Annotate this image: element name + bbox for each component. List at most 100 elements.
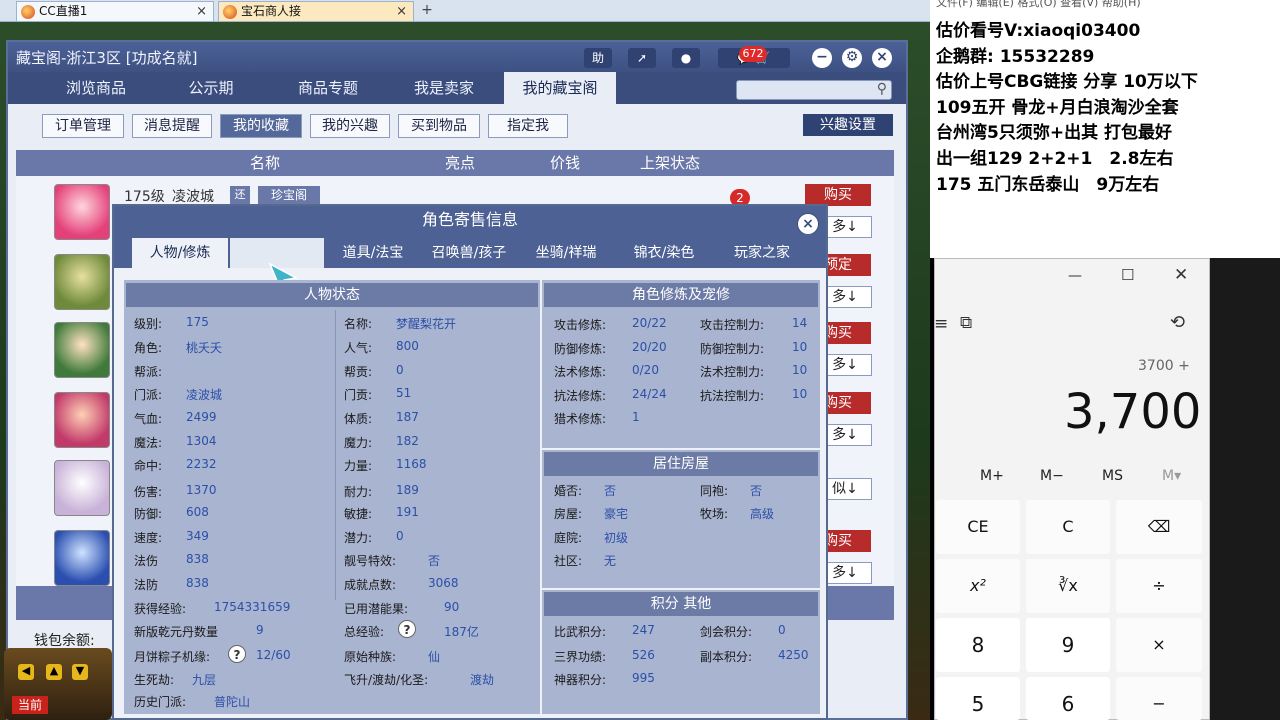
nav-seller[interactable]: 我是卖家 [396, 72, 492, 104]
stat-label: 神器积分: [554, 673, 607, 687]
avatar[interactable] [54, 184, 110, 240]
subnav-messages[interactable]: 消息提醒 [132, 114, 212, 138]
subnav-orders[interactable]: 订单管理 [42, 114, 124, 138]
browser-tab-cc[interactable]: CC直播1 × [16, 1, 214, 21]
avatar[interactable] [54, 530, 110, 586]
share-button[interactable]: ➚ [628, 48, 656, 68]
tab-items[interactable]: 道具/法宝 [332, 238, 414, 268]
stat-value: 0/20 [632, 363, 659, 377]
subnav-bought[interactable]: 买到物品 [398, 114, 480, 138]
square-button[interactable]: x² [936, 559, 1020, 613]
keep-on-top-icon[interactable]: ⧉ [960, 313, 972, 333]
mem-list-button[interactable]: M▾ [1162, 468, 1181, 484]
close-icon[interactable]: ✕ [1174, 265, 1188, 285]
avatar[interactable] [54, 254, 110, 310]
stat-value: 1304 [186, 434, 217, 448]
popup-close-icon[interactable]: × [797, 213, 819, 235]
minimize-icon[interactable]: — [1068, 268, 1082, 284]
minimize-button[interactable]: − [812, 48, 832, 68]
cuberoot-button[interactable]: ∛x [1026, 559, 1110, 613]
stat-value: 1370 [186, 483, 217, 497]
tab-home[interactable]: 玩家之家 [720, 238, 804, 268]
clear-button[interactable]: C [1026, 500, 1110, 554]
avatar[interactable] [54, 392, 110, 448]
stat-value: 800 [396, 339, 419, 353]
nav-browse[interactable]: 浏览商品 [44, 72, 148, 104]
avatar[interactable] [54, 322, 110, 378]
interest-settings-button[interactable]: 兴趣设置 [803, 114, 893, 136]
nav-public[interactable]: 公示期 [166, 72, 256, 104]
avatar[interactable] [54, 460, 110, 516]
current-channel-button[interactable]: 当前 [12, 696, 48, 714]
backspace-icon[interactable]: ⌫ [1116, 500, 1202, 554]
arrow-left-icon[interactable]: ◀ [18, 664, 34, 680]
buy-button[interactable]: 购买 [805, 184, 871, 206]
history-icon[interactable]: ⟲ [1170, 312, 1185, 333]
stat-value: 普陀山 [214, 695, 251, 709]
tab-mounts[interactable]: 坐骑/祥瑞 [524, 238, 608, 268]
ce-button[interactable]: CE [936, 500, 1020, 554]
game-favicon-icon [223, 5, 237, 19]
stat-value: 4250 [778, 648, 809, 662]
stat-value: 247 [632, 623, 655, 637]
stat-value: 187 [396, 410, 419, 424]
digit-5-button[interactable]: 5 [936, 677, 1020, 720]
search-input[interactable]: ⚲ [736, 80, 892, 100]
stat-label: 新版乾元丹数量 [134, 625, 219, 639]
menu-icon[interactable]: ≡ [934, 314, 948, 334]
subnav-interests[interactable]: 我的兴趣 [310, 114, 390, 138]
record-button[interactable]: ● [672, 48, 700, 68]
stat-value: 0 [396, 363, 404, 377]
help-question-icon[interactable]: ? [228, 645, 246, 663]
new-tab-button[interactable]: + [418, 1, 436, 21]
tab-character[interactable]: 人物/修炼 [132, 238, 228, 268]
notepad-menu[interactable]: 文件(F) 编辑(E) 格式(O) 查看(V) 帮助(H) [936, 0, 1276, 10]
mem-sub-button[interactable]: M− [1040, 468, 1064, 484]
close-window-button[interactable]: × [872, 48, 892, 68]
stat-label: 抗法修炼: [554, 389, 607, 403]
nav-topics[interactable]: 商品专题 [272, 72, 384, 104]
help-button[interactable]: 助 [584, 48, 612, 68]
stat-label: 婚否: [554, 484, 583, 498]
help-question-icon[interactable]: ? [398, 620, 416, 638]
stat-value: 20/20 [632, 340, 667, 354]
multiply-button[interactable]: × [1116, 618, 1202, 672]
tab-pets[interactable]: 召唤兽/孩子 [422, 238, 516, 268]
maximize-icon[interactable]: ☐ [1121, 266, 1134, 284]
minus-button[interactable]: − [1116, 677, 1202, 720]
stat-value: 九层 [192, 673, 217, 687]
close-icon[interactable]: × [196, 2, 207, 21]
stat-label: 潜力: [344, 531, 373, 545]
stat-label: 名称: [344, 317, 373, 331]
stat-value: 1 [632, 410, 640, 424]
stat-value: 否 [604, 484, 617, 498]
arrow-down-icon[interactable]: ▼ [72, 664, 88, 680]
stat-label: 魔法: [134, 436, 163, 450]
digit-6-button[interactable]: 6 [1026, 677, 1110, 720]
stat-value: 豪宅 [604, 507, 629, 521]
settings-gear-icon[interactable]: ⚙ [842, 48, 862, 68]
browser-tab-gem[interactable]: 宝石商人接 × [218, 1, 414, 21]
tab-costume[interactable]: 锦衣/染色 [622, 238, 706, 268]
stat-label: 猎术修炼: [554, 412, 607, 426]
subnav-assigned[interactable]: 指定我 [488, 114, 568, 138]
digit-8-button[interactable]: 8 [936, 618, 1020, 672]
stat-value: 51 [396, 386, 412, 400]
mem-store-button[interactable]: MS [1102, 468, 1123, 484]
stat-label: 获得经验: [134, 602, 187, 616]
stat-value: 14 [792, 316, 808, 330]
stat-value: 梦醒梨花开 [396, 317, 457, 331]
mem-add-button[interactable]: M+ [980, 468, 1004, 484]
nav-my-cbg[interactable]: 我的藏宝阁 [504, 72, 616, 104]
notepad-line: 企鹅群: 15532289 [936, 47, 1095, 67]
stat-value: 175 [186, 315, 209, 329]
record-icon: ● [680, 51, 692, 65]
stat-label: 攻击修炼: [554, 318, 607, 332]
close-icon[interactable]: × [396, 2, 407, 21]
subnav-favorites[interactable]: 我的收藏 [220, 114, 302, 138]
divide-button[interactable]: ÷ [1116, 559, 1202, 613]
stat-label: 原始种族: [344, 650, 397, 664]
digit-9-button[interactable]: 9 [1026, 618, 1110, 672]
stat-value: 838 [186, 576, 209, 590]
arrow-up-icon[interactable]: ▲ [46, 664, 62, 680]
